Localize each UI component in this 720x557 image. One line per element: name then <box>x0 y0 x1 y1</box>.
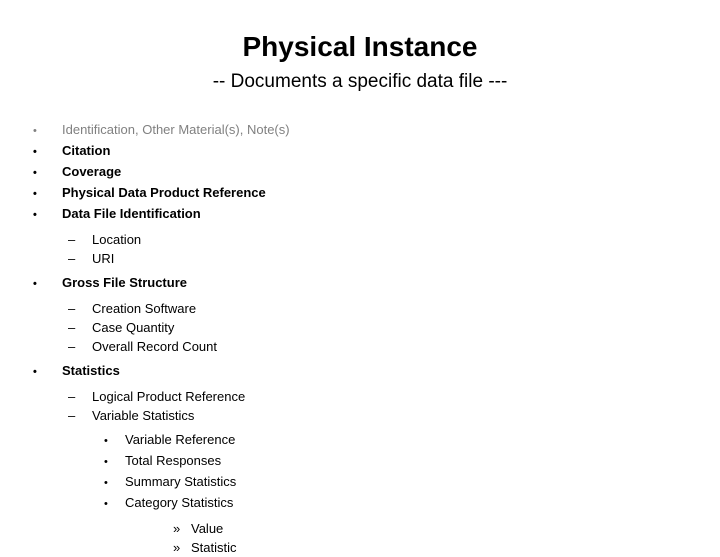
outline-item-label: Overall Record Count <box>92 339 217 354</box>
bullet-marker-level-4: » <box>173 540 181 555</box>
outline-item: • Citation <box>0 141 720 162</box>
outline-item: • Identification, Other Material(s), Note… <box>0 120 720 141</box>
bullet-marker-level-4: » <box>173 521 181 536</box>
bullet-marker-level-2: – <box>68 232 76 247</box>
bullet-marker-level-2: – <box>68 339 76 354</box>
bullet-marker-level-1: • <box>33 146 37 158</box>
outline-item-label: Citation <box>62 143 111 158</box>
outline-item-label: Data File Identification <box>62 206 201 221</box>
outline-item: • Coverage <box>0 162 720 183</box>
outline-item: – Variable Statistics <box>0 406 720 425</box>
outline-item-label: Coverage <box>62 164 122 179</box>
bullet-marker-level-1: • <box>33 278 37 290</box>
outline-item: – Location <box>0 230 720 249</box>
bullet-marker-level-1: • <box>33 366 37 378</box>
bullet-marker-level-3: • <box>104 456 108 468</box>
outline-item: – URI <box>0 249 720 268</box>
outline-item-label: Category Statistics <box>125 495 234 510</box>
outline-item: » Statistic <box>0 538 720 557</box>
outline-item: • Gross File Structure <box>0 273 720 294</box>
slide: Physical Instance -- Documents a specifi… <box>0 0 720 555</box>
outline-item-label: Physical Data Product Reference <box>62 185 266 200</box>
outline-item-label: Statistics <box>62 363 120 378</box>
bullet-marker-level-2: – <box>68 301 76 316</box>
outline-item-label: Case Quantity <box>92 320 175 335</box>
bullet-marker-level-1: • <box>33 188 37 200</box>
outline-item: – Creation Software <box>0 299 720 318</box>
outline-item-label: Total Responses <box>125 453 222 468</box>
outline-item: – Overall Record Count <box>0 337 720 356</box>
outline-item-label: Gross File Structure <box>62 275 187 290</box>
outline-item: » Value <box>0 519 720 538</box>
outline-item-label: Variable Statistics <box>92 408 195 423</box>
outline-item-label: Creation Software <box>92 301 197 316</box>
bullet-marker-level-2: – <box>68 389 76 404</box>
bullet-marker-level-2: – <box>68 251 76 266</box>
outline-item: • Variable Reference <box>0 430 720 451</box>
outline-item-label: Location <box>92 232 142 247</box>
bullet-marker-level-3: • <box>104 477 108 489</box>
outline-item: – Logical Product Reference <box>0 387 720 406</box>
page-title: Physical Instance <box>242 31 478 62</box>
outline-item: – Case Quantity <box>0 318 720 337</box>
title-block: Physical Instance -- Documents a specifi… <box>0 30 720 94</box>
outline-item-label: URI <box>92 251 115 266</box>
outline-item-label: Identification, Other Material(s), Note(… <box>62 122 290 137</box>
bullet-marker-level-2: – <box>68 408 76 423</box>
bullet-marker-level-1: • <box>33 209 37 221</box>
outline-item: • Data File Identification <box>0 204 720 225</box>
outline-item: • Physical Data Product Reference <box>0 183 720 204</box>
bullet-marker-level-3: • <box>104 498 108 510</box>
outline-item: • Total Responses <box>0 451 720 472</box>
outline-item-label: Summary Statistics <box>125 474 237 489</box>
bullet-marker-level-2: – <box>68 320 76 335</box>
bullet-marker-level-3: • <box>104 435 108 447</box>
bullet-marker-level-1: • <box>33 125 37 137</box>
outline-item-label: Logical Product Reference <box>92 389 246 404</box>
outline-item-label: Variable Reference <box>125 432 236 447</box>
outline-item: • Statistics <box>0 361 720 382</box>
outline-item-label: Statistic <box>191 540 237 555</box>
bullet-marker-level-1: • <box>33 167 37 179</box>
slide-subtitle: -- Documents a specific data file --- <box>212 71 508 92</box>
outline-item: • Category Statistics <box>0 493 720 514</box>
outline-item: • Summary Statistics <box>0 472 720 493</box>
outline-item-label: Value <box>191 521 224 536</box>
outline-list: • Identification, Other Material(s), Note… <box>0 120 720 557</box>
